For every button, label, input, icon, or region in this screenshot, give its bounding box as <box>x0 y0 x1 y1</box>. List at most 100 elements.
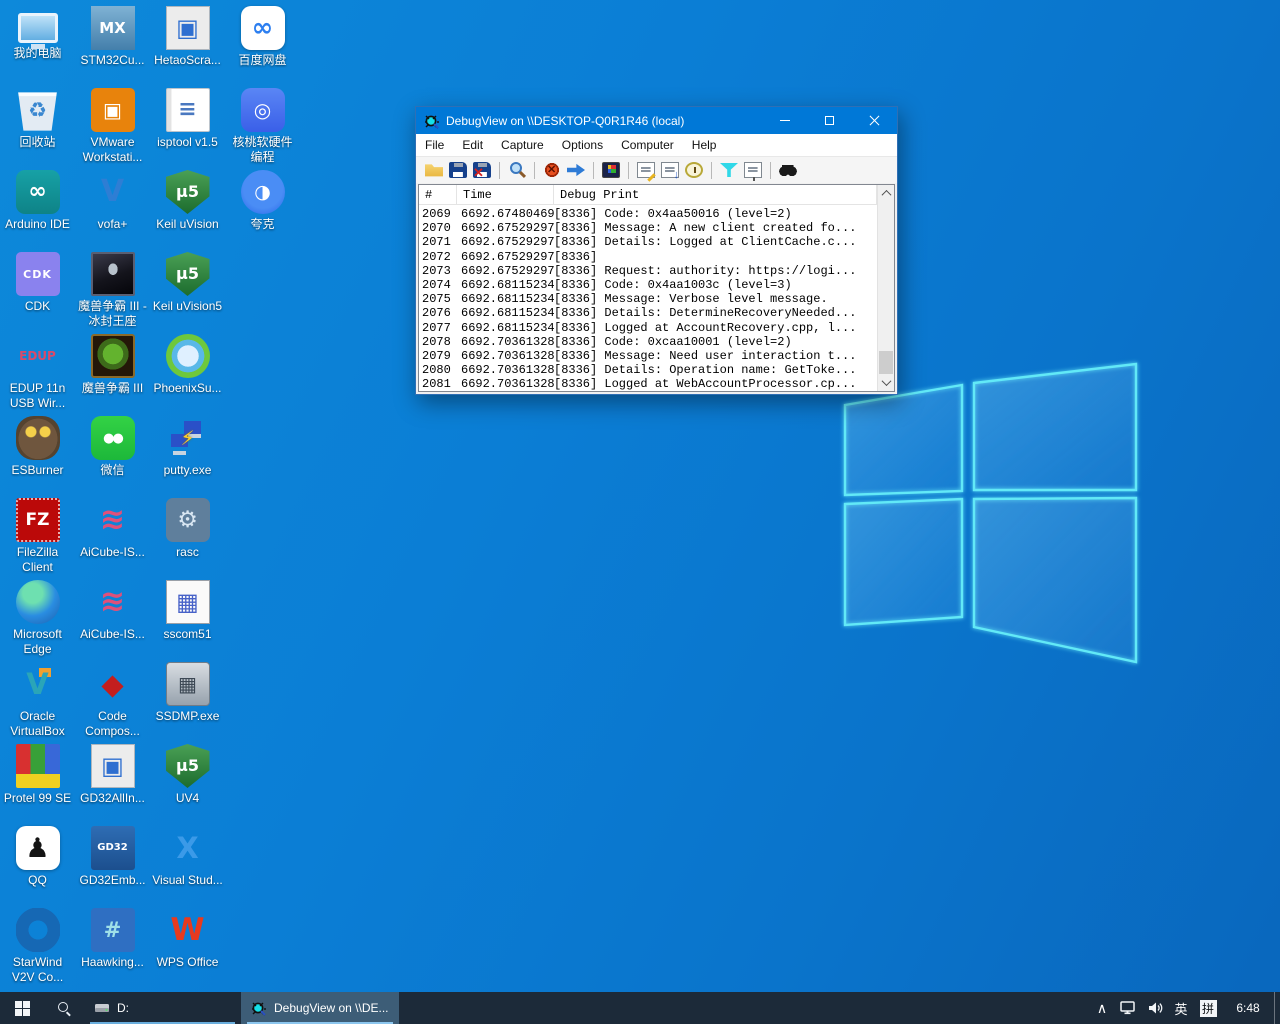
log-row[interactable]: 20766692.68115234[8336] Details: Determi… <box>419 306 877 320</box>
desktop-icon-rasc[interactable]: ⚙rasc <box>150 498 225 560</box>
desktop-icon-filezilla-client[interactable]: FZFileZilla Client <box>0 498 75 575</box>
clock-time-icon[interactable] <box>685 162 703 178</box>
menu-edit[interactable]: Edit <box>453 138 492 152</box>
log-row[interactable]: 20786692.70361328[8336] Code: 0xcaa10001… <box>419 335 877 349</box>
filter-icon[interactable] <box>720 162 738 178</box>
tray-ime-mode[interactable]: 拼 <box>1194 992 1222 1024</box>
desktop-icon-aicube-is-2[interactable]: ≋AiCube-IS... <box>75 580 150 642</box>
desktop-icon-warcraft3[interactable]: 魔兽争霸 III <box>75 334 150 396</box>
desktop-icon-keil-uvision[interactable]: µ5Keil uVision <box>150 170 225 232</box>
desktop-icon-edup-usb-wireless[interactable]: EDUPEDUP 11n USB Wir... <box>0 334 75 411</box>
desktop-icon-wps-office[interactable]: WWPS Office <box>150 908 225 970</box>
find-icon[interactable] <box>779 162 797 178</box>
insert-comment-icon[interactable] <box>744 162 762 178</box>
passthrough-icon[interactable] <box>567 162 585 178</box>
menu-help[interactable]: Help <box>683 138 726 152</box>
log-row[interactable]: 20746692.68115234[8336] Code: 0x4aa1003c… <box>419 278 877 292</box>
scroll-down-arrow-icon[interactable] <box>878 374 895 391</box>
log-row[interactable]: 20706692.67529297[8336] Message: A new c… <box>419 221 877 235</box>
desktop-icon-code-composer[interactable]: ◆Code Compos... <box>75 662 150 739</box>
capture-now-icon[interactable] <box>508 162 526 178</box>
autoscroll-icon[interactable] <box>661 162 679 178</box>
desktop-icon-recycle-bin[interactable]: ♻回收站 <box>0 88 75 150</box>
column-header-time[interactable]: Time <box>457 185 554 204</box>
show-desktop-button[interactable] <box>1274 992 1280 1024</box>
desktop-icon-sscom51[interactable]: ▦sscom51 <box>150 580 225 642</box>
menu-capture[interactable]: Capture <box>492 138 553 152</box>
log-row[interactable]: 20726692.67529297[8336] <box>419 250 877 264</box>
desktop-icon-microsoft-edge[interactable]: Microsoft Edge <box>0 580 75 657</box>
minimize-button[interactable] <box>762 107 807 134</box>
column-header--[interactable]: # <box>419 185 457 204</box>
desktop-icon-wechat[interactable]: ●●微信 <box>75 416 150 478</box>
scroll-up-arrow-icon[interactable] <box>878 185 895 202</box>
desktop-icon-ssdmp[interactable]: ▦SSDMP.exe <box>150 662 225 724</box>
log-row[interactable]: 20736692.67529297[8336] Request: authori… <box>419 264 877 278</box>
desktop-icon-arduino-ide[interactable]: ∞Arduino IDE <box>0 170 75 232</box>
menu-options[interactable]: Options <box>553 138 612 152</box>
desktop-icon-vofa-plus[interactable]: Vvofa+ <box>75 170 150 232</box>
tray-ime-language[interactable]: 英 <box>1168 992 1194 1024</box>
tray-chevron-up-icon[interactable]: ∧ <box>1090 992 1114 1024</box>
desktop-icon-putty[interactable]: ⚡putty.exe <box>150 416 225 478</box>
debugview-titlebar[interactable]: DebugView on \\DESKTOP-Q0R1R46 (local) <box>416 107 897 134</box>
log-cell: 6692.67529297 <box>457 264 554 278</box>
log-row[interactable]: 20716692.67529297[8336] Details: Logged … <box>419 235 877 249</box>
vertical-scrollbar[interactable] <box>877 185 894 391</box>
desktop-icon-starwind-v2v[interactable]: StarWind V2V Co... <box>0 908 75 985</box>
desktop-icon-uv4[interactable]: µ5UV4 <box>150 744 225 806</box>
desktop-icon-vmware-workstation[interactable]: ▣VMware Workstati... <box>75 88 150 165</box>
taskbar-search-button[interactable] <box>44 992 84 1024</box>
icon-glyph: ▣ <box>103 100 122 120</box>
capture-events-icon[interactable] <box>543 162 561 178</box>
save-icon[interactable] <box>449 162 467 178</box>
open-icon[interactable] <box>425 162 443 178</box>
tray-volume-icon[interactable] <box>1141 992 1168 1024</box>
desktop-icon-oracle-virtualbox[interactable]: VOracle VirtualBox <box>0 662 75 739</box>
desktop-icon-haawking[interactable]: #Haawking... <box>75 908 150 970</box>
desktop-icon-phoenixsuit[interactable]: PhoenixSu... <box>150 334 225 396</box>
tray-clock[interactable]: 6:48 <box>1222 992 1274 1024</box>
desktop-icon-keil-uvision5[interactable]: µ5Keil uVision5 <box>150 252 225 314</box>
desktop-icon-warcraft3-frozen-throne[interactable]: 魔兽争霸 III - 冰封王座 <box>75 252 150 329</box>
desktop-icon-esburner[interactable]: ESBurner <box>0 416 75 478</box>
desktop-icon-cdk[interactable]: CDKCDK <box>0 252 75 314</box>
desktop-icon-stm32cubemx[interactable]: MXSTM32Cu... <box>75 6 150 68</box>
desktop-icon-aicube-is-1[interactable]: ≋AiCube-IS... <box>75 498 150 560</box>
desktop-icon-gd32emb[interactable]: GD32GD32Emb... <box>75 826 150 888</box>
visual-studio-code-icon: X <box>166 826 210 870</box>
log-row[interactable]: 20696692.67480469[8336] Code: 0x4aa50016… <box>419 207 877 221</box>
taskbar-explorer-button[interactable]: D: <box>84 992 241 1024</box>
scrollbar-thumb[interactable] <box>879 351 893 374</box>
desktop-icon-qq[interactable]: ♟QQ <box>0 826 75 888</box>
desktop-icon-my-computer[interactable]: 我的电脑 <box>0 6 75 61</box>
log-row[interactable]: 20756692.68115234[8336] Message: Verbose… <box>419 292 877 306</box>
log-cell: 6692.68115234 <box>457 321 554 335</box>
desktop-icon-baidu-netdisk[interactable]: ∞百度网盘 <box>225 6 300 68</box>
column-header-debug-print[interactable]: Debug Print <box>554 185 877 204</box>
desktop-icon-visual-studio-code[interactable]: XVisual Stud... <box>150 826 225 888</box>
desktop-icon-hetao-coding[interactable]: ◎核桃软硬件 编程 <box>225 88 300 165</box>
capture-global-win32-icon[interactable] <box>602 162 620 178</box>
desktop-icon-protel-99se[interactable]: Protel 99 SE <box>0 744 75 806</box>
oracle-virtualbox-icon: V <box>16 662 60 706</box>
desktop-icon-isptool[interactable]: ≡isptool v1.5 <box>150 88 225 150</box>
desktop-icon-label: Protel 99 SE <box>0 791 75 806</box>
log-row[interactable]: 20806692.70361328[8336] Details: Operati… <box>419 363 877 377</box>
log-to-file-icon[interactable] <box>473 162 491 178</box>
menu-file[interactable]: File <box>416 138 453 152</box>
taskbar-debugview-button[interactable]: DebugView on \\DE... <box>241 992 399 1024</box>
close-button[interactable] <box>852 107 897 134</box>
log-boot-icon[interactable] <box>637 162 655 178</box>
log-row[interactable]: 20776692.68115234[8336] Logged at Accoun… <box>419 321 877 335</box>
start-button[interactable] <box>0 992 44 1024</box>
desktop-icon-gd32allin[interactable]: ▣GD32AllIn... <box>75 744 150 806</box>
desktop-icon-hetao-scratch[interactable]: ▣HetaoScra... <box>150 6 225 68</box>
maximize-button[interactable] <box>807 107 852 134</box>
log-row[interactable]: 20796692.70361328[8336] Message: Need us… <box>419 349 877 363</box>
log-row[interactable]: 20816692.70361328[8336] Logged at WebAcc… <box>419 377 877 391</box>
tray-network-icon[interactable] <box>1114 992 1141 1024</box>
menu-computer[interactable]: Computer <box>612 138 683 152</box>
desktop-icon-quark-browser[interactable]: ◑夸克 <box>225 170 300 232</box>
icon-glyph: V <box>26 670 48 699</box>
